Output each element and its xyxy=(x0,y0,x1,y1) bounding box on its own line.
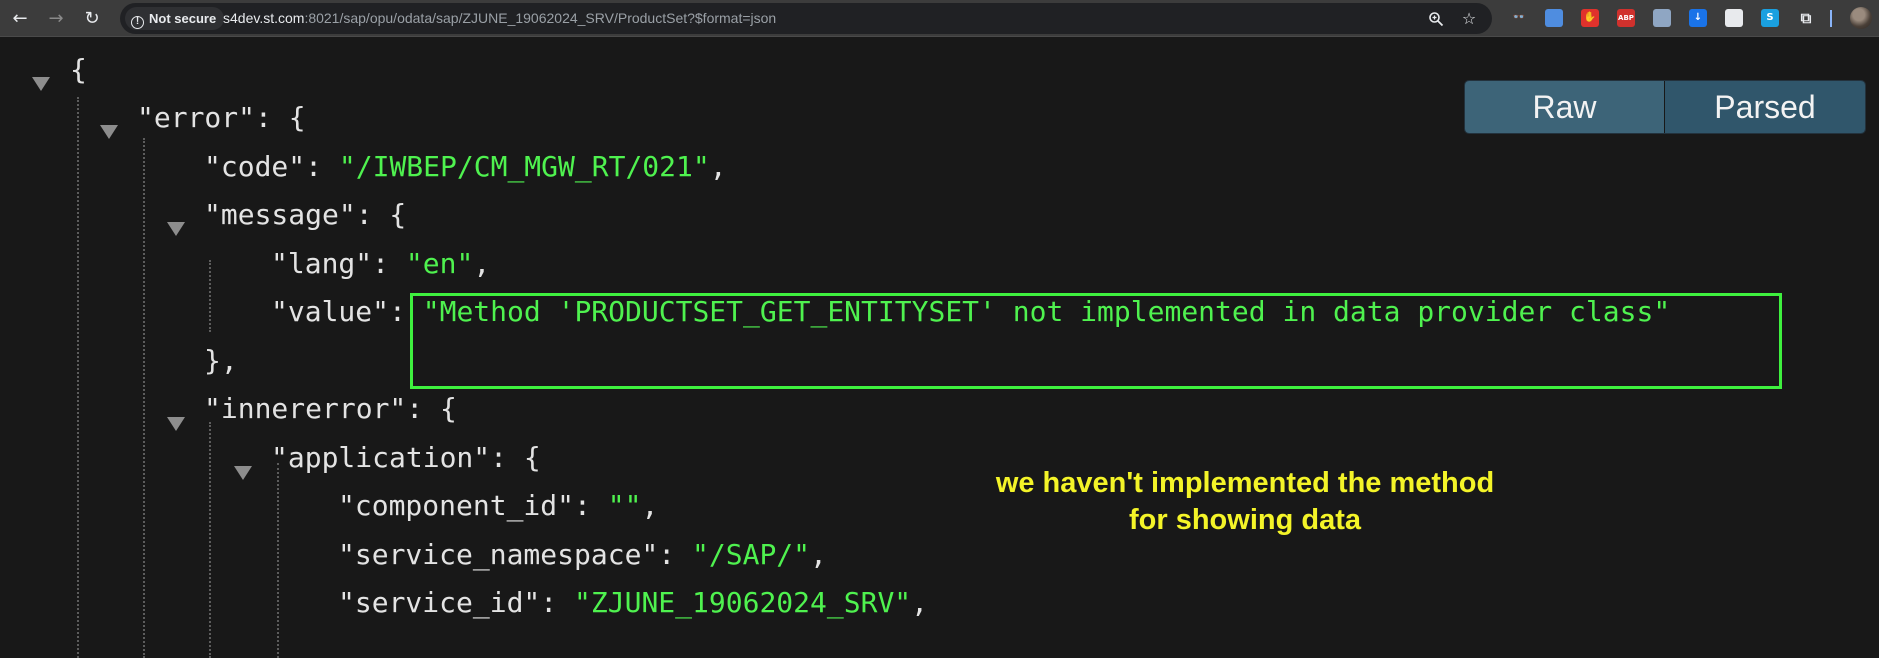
json-line: "service_namespace": "/SAP/", xyxy=(338,533,827,577)
json-key: "error" xyxy=(137,101,256,134)
extension-card-icon[interactable] xyxy=(1653,9,1671,27)
json-brace: }, xyxy=(204,344,238,377)
json-line: }, xyxy=(204,339,238,383)
json-key: "application" xyxy=(271,441,491,474)
json-punct: : { xyxy=(490,441,541,474)
json-line: "message": { xyxy=(204,193,406,237)
json-punct: , xyxy=(641,489,659,522)
toolbar-divider xyxy=(1830,10,1832,27)
view-mode-toggle: Raw Parsed xyxy=(1465,81,1865,133)
json-string-value: "/SAP/" xyxy=(692,538,811,571)
json-punct: : xyxy=(305,150,339,183)
warning-icon: ! xyxy=(131,16,144,29)
extension-s-icon[interactable]: S xyxy=(1761,9,1779,27)
json-punct: : xyxy=(658,538,693,571)
json-punct: , xyxy=(709,150,727,183)
json-key: "message" xyxy=(204,198,356,231)
json-punct: : { xyxy=(355,198,407,231)
json-punct: : { xyxy=(406,392,457,425)
collapse-triangle-icon[interactable] xyxy=(234,466,252,480)
url-host: s4dev.st.com xyxy=(223,10,305,26)
collapse-triangle-icon[interactable] xyxy=(167,222,185,236)
security-badge-label: Not secure xyxy=(149,11,217,26)
url-path: :8021/sap/opu/odata/sap/ZJUNE_19062024_S… xyxy=(304,10,777,26)
json-punct: , xyxy=(911,586,929,619)
browser-toolbar: ← → ↻ ! Not secure s4dev.st.com:8021/sap/… xyxy=(0,0,1879,37)
json-punct: , xyxy=(473,247,491,280)
json-punct: , xyxy=(810,538,827,571)
zoom-icon[interactable] xyxy=(1424,7,1448,31)
extension-file-icon[interactable] xyxy=(1545,9,1563,27)
indent-guide xyxy=(277,463,279,658)
json-line: { xyxy=(70,48,87,92)
json-line: "innererror": { xyxy=(204,387,457,431)
json-viewer: { "error": { "code": "/IWBEP/CM_MGW_RT/0… xyxy=(0,37,1879,658)
indent-guide xyxy=(209,260,211,332)
annotation-line-2: for showing data xyxy=(1129,504,1361,536)
collapse-triangle-icon[interactable] xyxy=(100,125,118,139)
json-key: "innererror" xyxy=(204,392,407,425)
extension-glasses-icon[interactable]: 👓 xyxy=(1510,9,1528,27)
extension-stop-icon[interactable]: ✋ xyxy=(1581,9,1599,27)
extensions-puzzle-icon[interactable]: ⧉ xyxy=(1797,9,1815,27)
raw-button[interactable]: Raw xyxy=(1465,81,1664,133)
json-key: "service_namespace" xyxy=(338,538,659,571)
address-bar[interactable]: ! Not secure s4dev.st.com:8021/sap/opu/od… xyxy=(120,3,1492,34)
json-string-value: "" xyxy=(607,489,642,522)
annotation-line-1: we haven't implemented the method xyxy=(995,467,1495,499)
json-string-value: "en" xyxy=(405,247,474,280)
json-punct: : xyxy=(372,247,406,280)
indent-guide xyxy=(143,138,145,658)
extension-abp-icon[interactable]: ABP xyxy=(1617,9,1635,27)
extension-download-icon[interactable]: ↓ xyxy=(1689,9,1707,27)
json-punct: : { xyxy=(255,101,306,134)
highlight-box xyxy=(410,293,1782,389)
reload-icon[interactable]: ↻ xyxy=(79,6,105,32)
json-key: "service_id" xyxy=(338,586,541,619)
json-key: "value" xyxy=(271,295,390,328)
json-line: "service_id": "ZJUNE_19062024_SRV", xyxy=(338,581,928,625)
json-line: "application": { xyxy=(271,436,541,480)
json-punct: : xyxy=(574,489,608,522)
json-line: "code": "/IWBEP/CM_MGW_RT/021", xyxy=(204,145,727,189)
security-badge[interactable]: ! Not secure xyxy=(125,7,225,30)
annotation-note: we haven't implemented the method for sh… xyxy=(880,465,1610,539)
extension-cloud-icon[interactable] xyxy=(1725,9,1743,27)
parsed-button[interactable]: Parsed xyxy=(1665,81,1865,133)
json-brace: { xyxy=(70,53,87,86)
indent-guide xyxy=(77,97,79,658)
json-line: "error": { xyxy=(137,96,306,140)
profile-avatar[interactable] xyxy=(1850,7,1872,29)
json-punct: : xyxy=(540,586,575,619)
json-key: "code" xyxy=(204,150,306,183)
forward-icon[interactable]: → xyxy=(43,6,69,32)
json-key: "lang" xyxy=(271,247,373,280)
json-key: "component_id" xyxy=(338,489,575,522)
bookmark-star-icon[interactable]: ☆ xyxy=(1457,7,1481,31)
json-line: "lang": "en", xyxy=(271,242,490,286)
collapse-triangle-icon[interactable] xyxy=(32,77,50,91)
indent-guide xyxy=(209,422,211,658)
url-text[interactable]: s4dev.st.com:8021/sap/opu/odata/sap/ZJUN… xyxy=(223,3,776,34)
back-icon[interactable]: ← xyxy=(7,6,33,32)
json-string-value: "/IWBEP/CM_MGW_RT/021" xyxy=(338,150,710,183)
collapse-triangle-icon[interactable] xyxy=(167,417,185,431)
json-string-value: "ZJUNE_19062024_SRV" xyxy=(574,586,912,619)
json-line: "component_id": "", xyxy=(338,484,658,528)
